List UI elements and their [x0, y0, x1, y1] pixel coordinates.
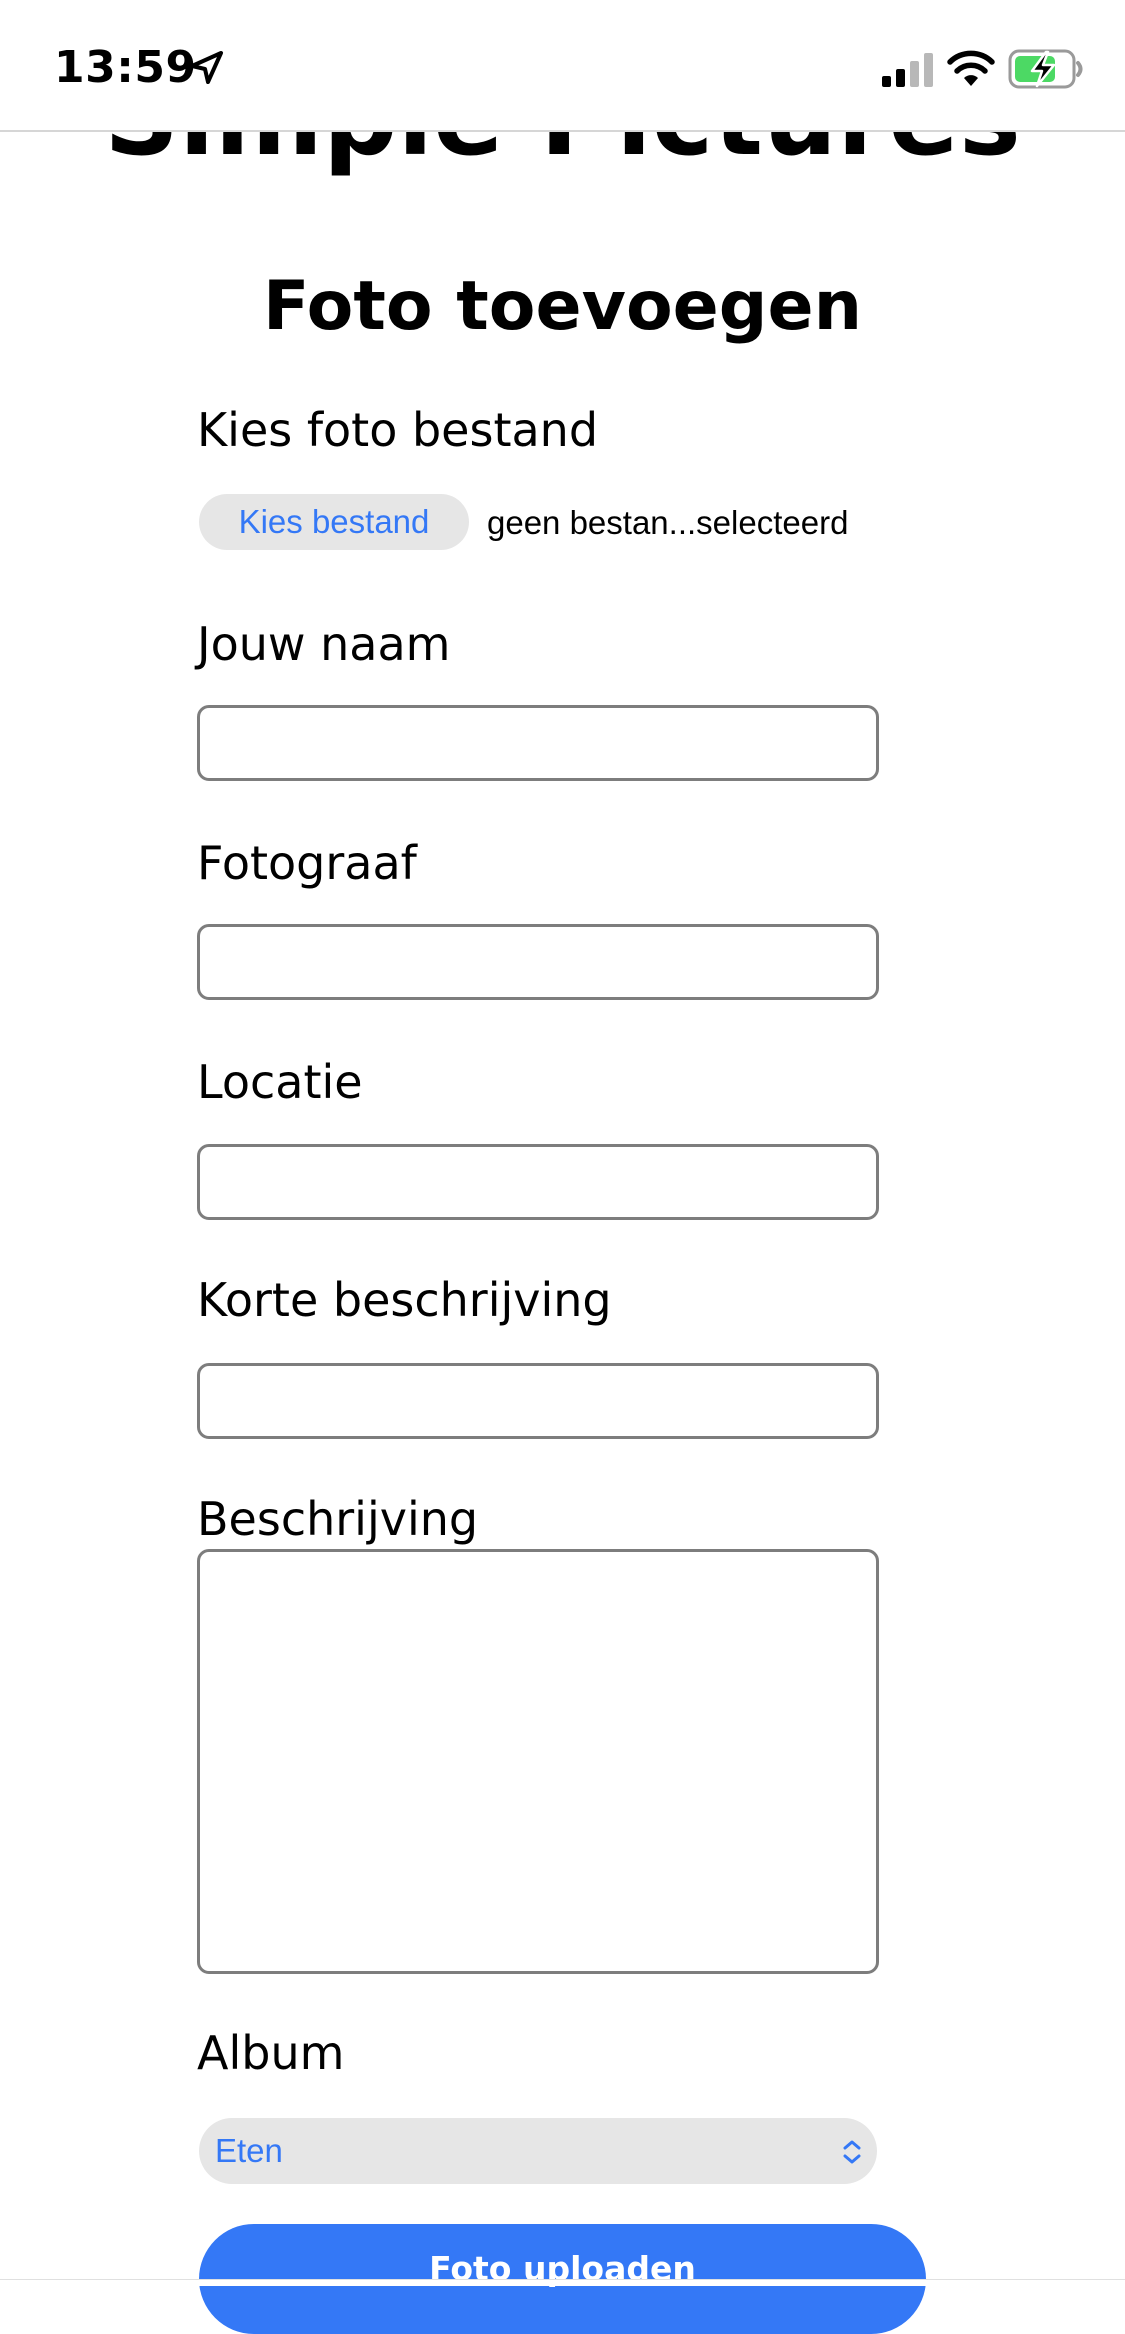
location-label: Locatie [197, 1055, 363, 1109]
description-label: Beschrijving [197, 1492, 479, 1546]
location-input[interactable] [197, 1144, 879, 1220]
album-label: Album [197, 2026, 345, 2080]
album-select[interactable]: Eten [199, 2118, 877, 2184]
wifi-icon [947, 50, 995, 86]
status-bar: 13:59 [0, 0, 1125, 132]
photographer-input[interactable] [197, 924, 879, 1000]
status-time: 13:59 [54, 42, 197, 93]
battery-charging-icon [1008, 49, 1083, 89]
description-textarea[interactable] [197, 1549, 879, 1974]
cellular-signal-icon [882, 53, 933, 87]
file-label: Kies foto bestand [197, 403, 599, 457]
short-description-input[interactable] [197, 1363, 879, 1439]
short-description-label: Korte beschrijving [197, 1273, 612, 1327]
chevron-up-down-icon [843, 2140, 861, 2164]
photographer-label: Fotograaf [197, 836, 417, 890]
file-status-text: geen bestan...selecteerd [487, 504, 849, 541]
choose-file-button[interactable]: Kies bestand [199, 494, 469, 550]
location-arrow-icon [190, 51, 223, 84]
name-input[interactable] [197, 705, 879, 781]
album-selected-value: Eten [215, 2132, 283, 2169]
name-label: Jouw naam [197, 617, 451, 671]
form-heading: Foto toevoegen [262, 267, 863, 346]
